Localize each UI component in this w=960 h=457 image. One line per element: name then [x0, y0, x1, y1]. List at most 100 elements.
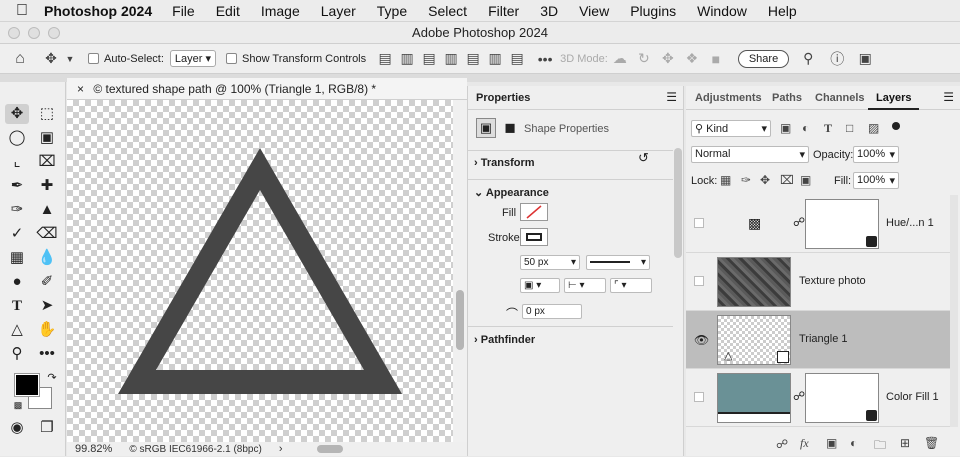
foreground-color-swatch[interactable]	[14, 373, 40, 397]
visibility-toggle[interactable]	[694, 275, 706, 287]
canvas-vertical-scrollbar[interactable]	[453, 100, 467, 442]
tab-paths[interactable]: Paths	[772, 86, 802, 110]
tab-channels[interactable]: Channels	[815, 86, 865, 110]
canvas[interactable]	[67, 100, 453, 442]
link-icon[interactable]: ☍	[793, 215, 805, 229]
mask-thumbnail[interactable]	[805, 199, 879, 249]
eraser-tool-icon[interactable]: ⌫	[35, 224, 59, 244]
link-icon[interactable]: ☍	[793, 389, 805, 403]
smart-object-filter-icon[interactable]: ▨	[868, 121, 879, 135]
workspace-icon[interactable]: ▣	[851, 50, 879, 67]
menu-view[interactable]: View	[579, 3, 609, 19]
shape-properties-icon[interactable]: ▣	[476, 118, 496, 138]
move-tool-icon[interactable]: ✥	[40, 50, 62, 67]
panel-menu-icon[interactable]: ☰	[666, 90, 677, 104]
menu-3d[interactable]: 3D	[540, 3, 558, 19]
pathfinder-section[interactable]: › Pathfinder	[468, 326, 673, 346]
fill-swatch[interactable]	[520, 203, 548, 221]
folder-icon[interactable]: 🗀	[874, 436, 886, 457]
blend-mode-dropdown[interactable]: Normal ▾	[691, 146, 809, 163]
adjustment-filter-icon[interactable]: ◐	[802, 121, 809, 135]
lasso-tool-icon[interactable]: ◯	[5, 128, 29, 148]
vertical-scroll-thumb[interactable]	[456, 290, 464, 350]
menu-select[interactable]: Select	[428, 3, 467, 19]
menu-window[interactable]: Window	[697, 3, 747, 19]
menu-file[interactable]: File	[172, 3, 195, 19]
link-layers-icon[interactable]: ☍	[776, 437, 788, 451]
home-icon[interactable]: ⌂	[0, 50, 40, 68]
lock-all-icon[interactable]: ▣	[800, 173, 811, 187]
gradient-tool-icon[interactable]: ▦	[5, 248, 29, 268]
stroke-type-dropdown[interactable]: ▾	[586, 255, 650, 270]
auto-select-dropdown[interactable]: Layer ▾	[169, 50, 217, 67]
more-options-icon[interactable]: •••	[534, 51, 556, 67]
move-tool-icon[interactable]: ✥	[5, 104, 29, 124]
lock-position-icon[interactable]: ✥	[760, 173, 770, 187]
align-left-icon[interactable]: ▤	[374, 50, 396, 67]
triangle-shape[interactable]	[67, 100, 453, 442]
layer-row-triangle[interactable]: 👁 △ Triangle 1	[686, 311, 950, 369]
reset-icon[interactable]: ↺	[638, 150, 649, 166]
stroke-swatch[interactable]	[520, 228, 548, 246]
search-icon[interactable]: ⚲	[793, 50, 823, 67]
hand-tool-icon[interactable]: ✋	[35, 320, 59, 340]
app-menu[interactable]: Photoshop 2024	[44, 3, 152, 19]
share-button[interactable]: Share	[737, 49, 790, 68]
eye-icon[interactable]: 👁	[694, 333, 709, 347]
menu-type[interactable]: Type	[377, 3, 407, 19]
filter-toggle-icon[interactable]	[892, 122, 900, 130]
dodge-tool-icon[interactable]: ●	[5, 272, 29, 292]
swap-colors-icon[interactable]: ↷	[40, 368, 64, 388]
menu-layer[interactable]: Layer	[321, 3, 356, 19]
close-document-icon[interactable]: ×	[77, 82, 84, 96]
new-layer-icon[interactable]: ⊞	[900, 436, 910, 450]
corner-radius-input[interactable]: 0 px	[522, 304, 582, 319]
close-window-button[interactable]	[8, 27, 20, 39]
appearance-section[interactable]: ⌄ Appearance	[468, 179, 673, 199]
layer-row-hue[interactable]: ▩ ☍ Hue/...n 1	[686, 195, 950, 253]
lock-transparency-icon[interactable]: ▦	[720, 173, 731, 187]
history-brush-tool-icon[interactable]: ✓	[5, 224, 29, 244]
tab-adjustments[interactable]: Adjustments	[695, 86, 762, 110]
layer-row-color-fill[interactable]: ☍ Color Fill 1	[686, 369, 950, 427]
texture-thumbnail[interactable]	[717, 257, 791, 307]
clone-stamp-tool-icon[interactable]: ▲	[35, 200, 59, 220]
trash-icon[interactable]: 🗑	[924, 436, 939, 450]
color-fill-thumbnail[interactable]	[717, 373, 791, 423]
path-selection-tool-icon[interactable]: ➤	[35, 296, 59, 316]
zoom-tool-icon[interactable]: ⚲	[5, 344, 29, 364]
add-mask-icon[interactable]: ▣	[826, 436, 837, 450]
marquee-tool-icon[interactable]: ⬚	[35, 104, 59, 124]
eyedropper-tool-icon[interactable]: ✒	[5, 176, 29, 196]
menu-image[interactable]: Image	[261, 3, 300, 19]
zoom-level[interactable]: 99.82%	[75, 443, 112, 455]
distribute-icon[interactable]: ▤	[506, 50, 528, 67]
tab-layers[interactable]: Layers	[868, 86, 920, 110]
align-right-icon[interactable]: ▤	[418, 50, 440, 67]
screen-mode-icon[interactable]: ❐	[35, 418, 59, 438]
opacity-input[interactable]: 100% ▾	[853, 146, 899, 163]
triangle-thumbnail[interactable]: △	[717, 315, 791, 365]
menu-filter[interactable]: Filter	[488, 3, 519, 19]
horizontal-scroll-thumb[interactable]	[317, 445, 343, 453]
align-center-icon[interactable]: ▥	[396, 50, 418, 67]
stroke-align-dropdown[interactable]: ▣ ▾	[520, 278, 560, 293]
pen-tool-icon[interactable]: ✐	[35, 272, 59, 292]
stroke-corners-dropdown[interactable]: ⌜ ▾	[610, 278, 652, 293]
object-select-tool-icon[interactable]: ▣	[35, 128, 59, 148]
chevron-down-icon[interactable]: ▼	[62, 54, 78, 64]
fill-opacity-input[interactable]: 100% ▾	[853, 172, 899, 189]
kind-filter-dropdown[interactable]: ⚲ Kind ▾	[691, 120, 771, 137]
crop-tool-icon[interactable]: ⌞	[5, 152, 29, 172]
menu-help[interactable]: Help	[768, 3, 797, 19]
layers-panel-menu-icon[interactable]: ☰	[943, 90, 954, 104]
chevron-right-icon[interactable]: ›	[279, 443, 283, 455]
apple-icon[interactable]: 	[0, 2, 44, 20]
properties-scrollbar[interactable]	[674, 148, 682, 258]
visibility-toggle[interactable]	[694, 391, 706, 403]
minimize-window-button[interactable]	[28, 27, 40, 39]
mask-thumbnail[interactable]	[805, 373, 879, 423]
stroke-caps-dropdown[interactable]: ⊢ ▾	[564, 278, 606, 293]
show-transform-checkbox[interactable]	[226, 53, 238, 64]
shape-filter-icon[interactable]: □	[846, 121, 853, 135]
